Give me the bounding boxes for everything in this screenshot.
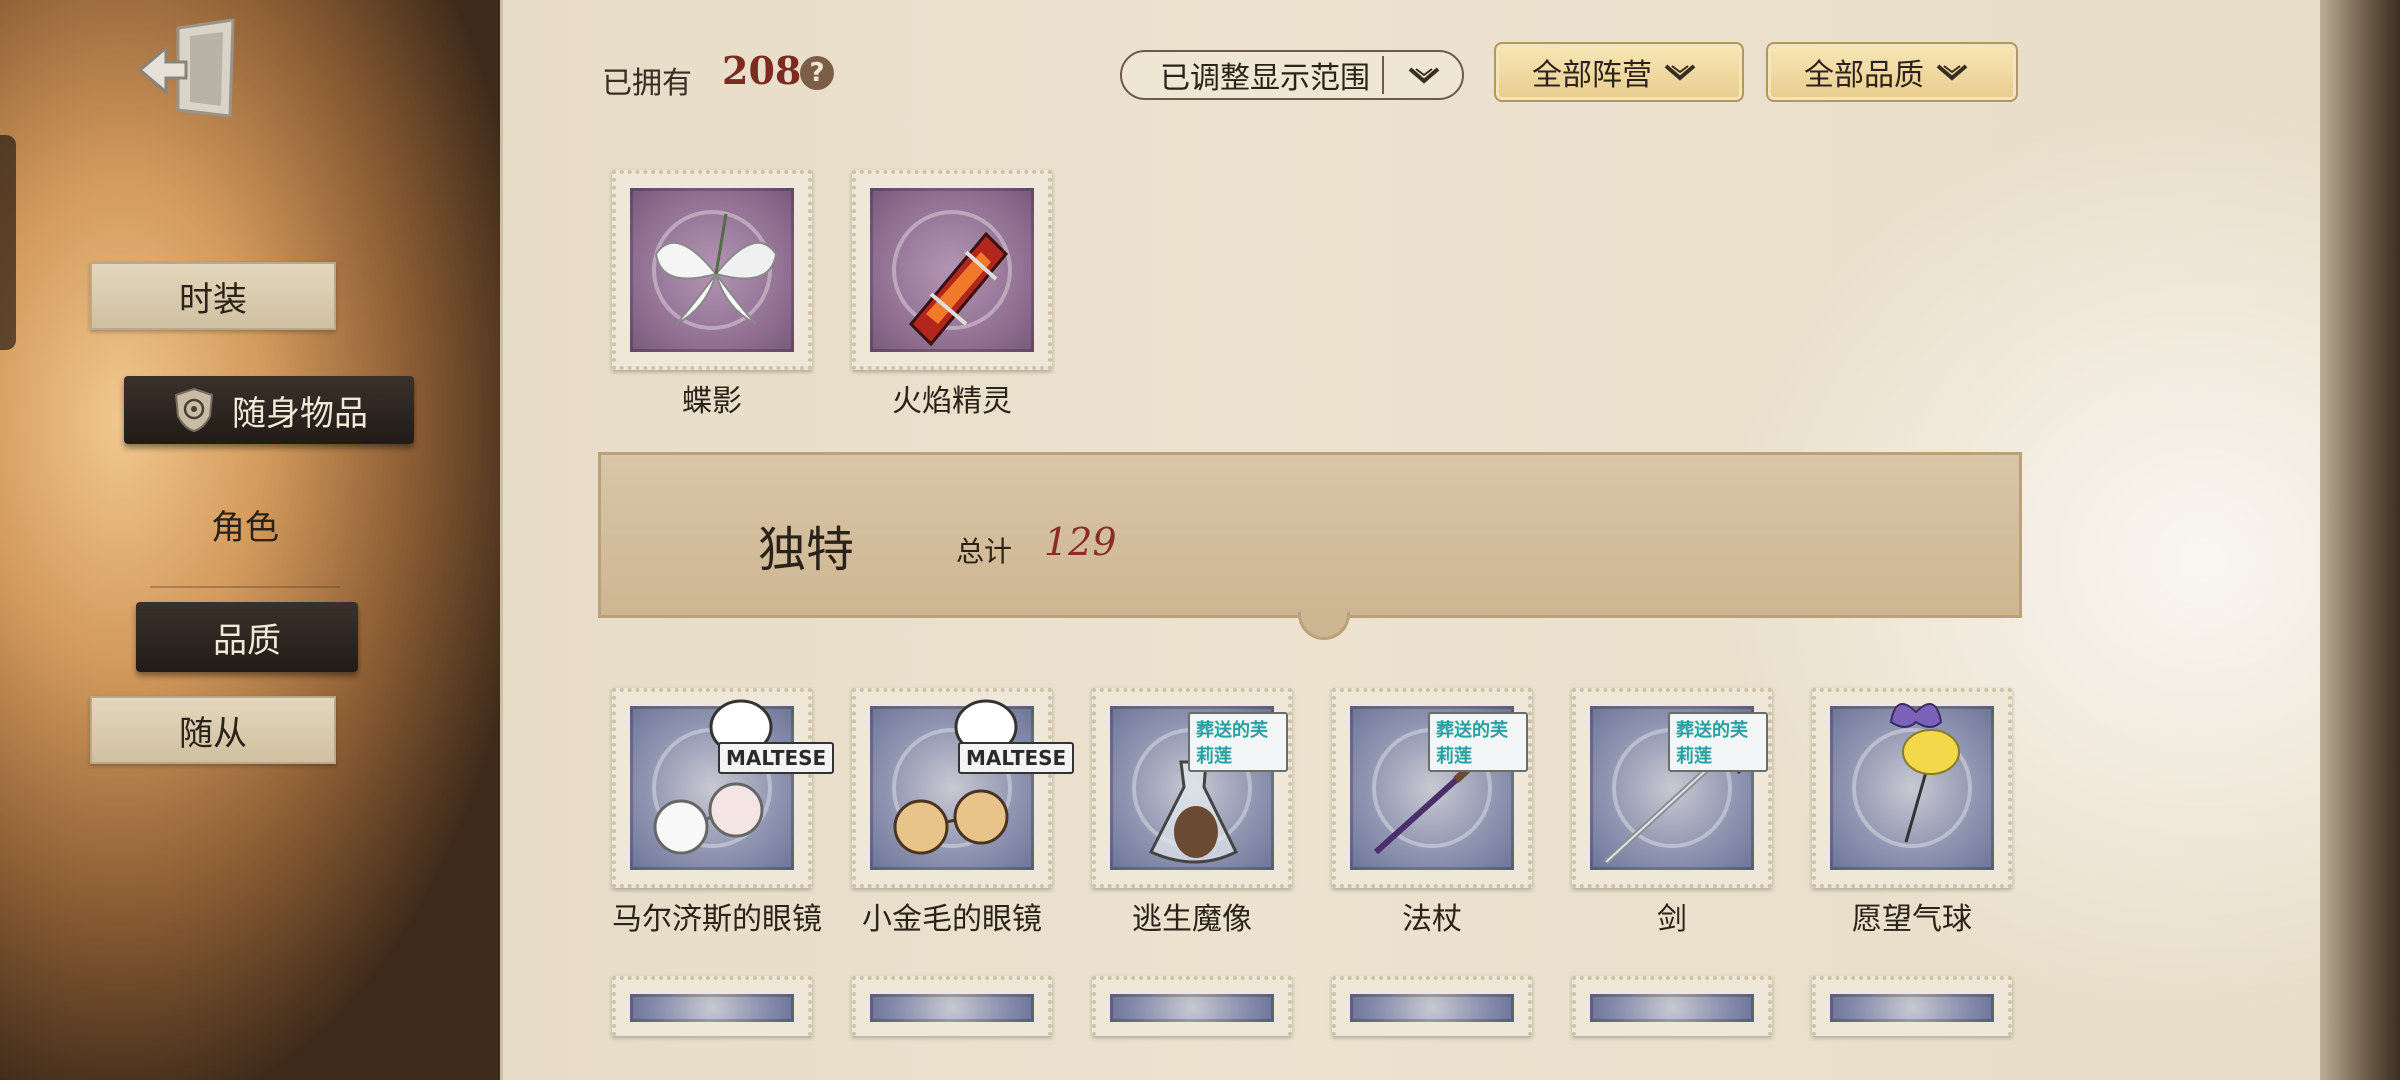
sidebar-item-follower[interactable]: 随从 xyxy=(90,696,336,764)
item-card[interactable]: MALTESE 马尔济斯的眼镜 xyxy=(612,688,835,938)
item-stamp xyxy=(1092,976,1292,1036)
item-stamp: MALTESE xyxy=(612,688,835,888)
item-card[interactable] xyxy=(852,976,1052,1036)
quality-filter-dropdown[interactable]: 全部品质 xyxy=(1766,42,2018,102)
section-title: 独特 xyxy=(758,522,855,578)
item-card[interactable] xyxy=(1572,976,1772,1036)
item-card[interactable]: 蝶影 xyxy=(612,170,812,420)
chevron-down-icon xyxy=(1936,64,1968,81)
flame-crystal-icon xyxy=(908,231,1009,347)
item-stamp: 葬送的芙莉莲 xyxy=(1572,688,1772,888)
item-label: 小金毛的眼镜 xyxy=(862,902,1042,937)
sidebar-item-label: 随从 xyxy=(179,713,247,754)
quality-filter-label: 全部品质 xyxy=(1804,58,1924,93)
faction-filter-label: 全部阵营 xyxy=(1532,58,1652,93)
section-total: 129 xyxy=(1044,520,1117,564)
sidebar-item-accessories[interactable]: 随身物品 xyxy=(124,376,414,444)
exit-icon[interactable] xyxy=(138,18,238,123)
item-card[interactable]: 葬送的芙莉莲 逃生魔像 xyxy=(1092,688,1292,938)
panel-right-edge xyxy=(2320,0,2400,1080)
item-label: 逃生魔像 xyxy=(1132,902,1252,937)
faction-filter-dropdown[interactable]: 全部阵营 xyxy=(1494,42,1744,102)
dropdown-separator xyxy=(1382,56,1384,94)
item-stamp xyxy=(852,976,1052,1036)
item-card[interactable]: MALTESE 小金毛的眼镜 xyxy=(852,688,1075,938)
range-filter-label: 已调整显示范围 xyxy=(1160,61,1370,96)
sidebar-edge-tab[interactable] xyxy=(0,135,16,350)
sidebar-item-costume[interactable]: 时装 xyxy=(90,262,336,330)
owned-label: 已拥有 xyxy=(602,66,692,101)
glasses-icon xyxy=(893,699,1018,855)
glasses-icon xyxy=(653,699,773,855)
sidebar-divider xyxy=(150,586,340,588)
item-label: 愿望气球 xyxy=(1852,902,1972,937)
item-stamp xyxy=(1572,976,1772,1036)
balloon-icon xyxy=(1889,703,1960,843)
item-card[interactable]: 火焰精灵 xyxy=(852,170,1052,420)
item-label: 剑 xyxy=(1657,902,1687,937)
sidebar-item-label: 随身物品 xyxy=(232,393,368,434)
sidebar-item-label: 时装 xyxy=(179,279,247,320)
item-stamp: MALTESE xyxy=(852,688,1075,888)
sidebar-item-label: 品质 xyxy=(213,620,281,661)
chevron-down-icon xyxy=(1408,67,1440,84)
item-tag: MALTESE xyxy=(718,742,835,774)
item-card[interactable]: 愿望气球 xyxy=(1812,688,2012,938)
sidebar-item-quality[interactable]: 品质 xyxy=(136,602,358,672)
chevron-down-icon xyxy=(1664,64,1696,81)
item-tag: 葬送的芙莉莲 xyxy=(1428,712,1528,772)
item-tag: 葬送的芙莉莲 xyxy=(1188,712,1288,772)
item-tag: 葬送的芙莉莲 xyxy=(1668,712,1768,772)
item-card[interactable]: 葬送的芙莉莲 法杖 xyxy=(1332,688,1532,938)
shield-icon xyxy=(174,387,214,433)
item-stamp xyxy=(1812,688,2012,888)
item-card[interactable] xyxy=(1332,976,1532,1036)
item-label: 法杖 xyxy=(1402,902,1462,937)
item-tag: MALTESE xyxy=(958,742,1075,774)
sidebar-item-character[interactable]: 角色 xyxy=(150,492,340,556)
item-stamp xyxy=(612,976,812,1036)
item-label: 蝶影 xyxy=(682,384,742,419)
item-stamp xyxy=(852,170,1052,370)
butterfly-flower-icon xyxy=(654,213,778,325)
item-stamp xyxy=(1332,976,1532,1036)
item-stamp xyxy=(1812,976,2012,1036)
range-filter-dropdown[interactable]: 已调整显示范围 xyxy=(1120,50,1464,100)
item-stamp: 葬送的芙莉莲 xyxy=(1092,688,1292,888)
item-card[interactable] xyxy=(1812,976,2012,1036)
item-stamp xyxy=(612,170,812,370)
item-stamp: 葬送的芙莉莲 xyxy=(1332,688,1532,888)
section-total-label: 总计 xyxy=(956,535,1013,568)
item-card[interactable] xyxy=(1092,976,1292,1036)
item-label: 马尔济斯的眼镜 xyxy=(612,902,822,937)
item-card[interactable] xyxy=(612,976,812,1036)
help-icon[interactable]: ? xyxy=(800,56,834,90)
owned-count: 208 xyxy=(722,48,802,93)
item-label: 火焰精灵 xyxy=(892,384,1012,419)
item-card[interactable]: 葬送的芙莉莲 剑 xyxy=(1572,688,1772,938)
sidebar-item-label: 角色 xyxy=(211,507,279,548)
